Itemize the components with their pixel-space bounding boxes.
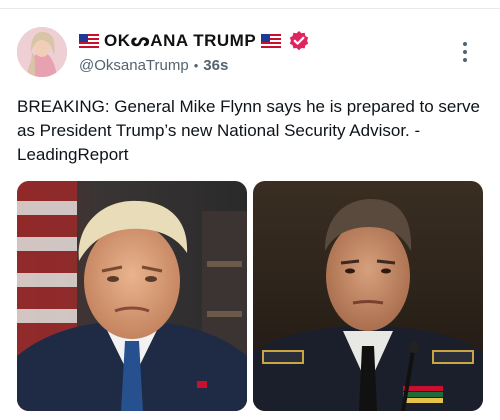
- post-media-grid: [17, 181, 483, 411]
- author-display-name[interactable]: OKᔕANA TRUMP: [104, 31, 256, 51]
- author-meta-row: @OksanaTrump • 36s: [79, 55, 228, 75]
- more-options-button[interactable]: [455, 40, 475, 64]
- post-text: BREAKING: General Mike Flynn says he is …: [17, 97, 480, 164]
- avatar[interactable]: [17, 27, 67, 77]
- more-vertical-icon: [463, 42, 467, 46]
- media-image-right[interactable]: [253, 181, 483, 411]
- verified-badge-icon: [288, 30, 310, 52]
- meta-separator: •: [193, 57, 199, 73]
- us-flag-icon: [79, 34, 99, 48]
- post-timestamp[interactable]: 36s: [203, 57, 228, 74]
- post-card[interactable]: OKᔕANA TRUMP @OksanaTrump • 36s BREAKING…: [0, 0, 500, 420]
- media-image-left[interactable]: [17, 181, 247, 411]
- author-handle[interactable]: @OksanaTrump: [79, 57, 189, 74]
- us-flag-icon: [261, 34, 282, 48]
- author-name-row[interactable]: OKᔕANA TRUMP: [79, 30, 310, 52]
